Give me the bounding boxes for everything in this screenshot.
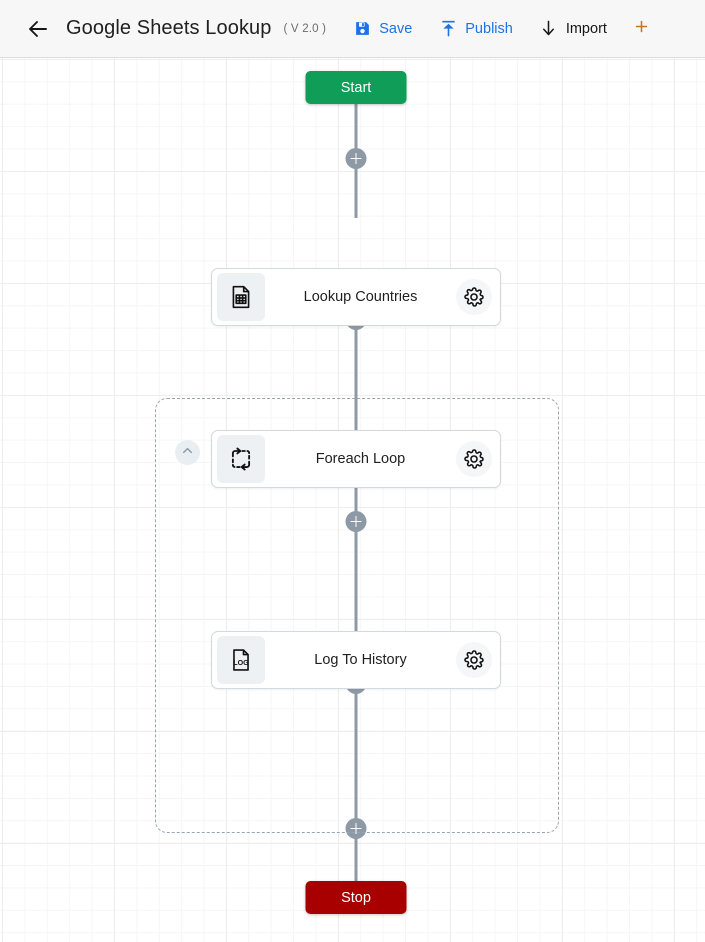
workflow-canvas[interactable]: Start Lookup Countries Foreach Loop LOG … [0,58,705,942]
foreach-loop-label: Foreach Loop [315,451,406,467]
stop-node[interactable]: Stop [305,881,407,914]
loop-repeat-icon [217,435,265,483]
workflow-version: ( V 2.0 ) [283,22,327,35]
publish-upload-icon [438,19,458,39]
publish-label: Publish [465,20,513,37]
app-header: Google Sheets Lookup ( V 2.0 ) Save Publ… [0,0,705,58]
lookup-countries-label: Lookup Countries [303,289,418,305]
stop-label: Stop [341,889,371,906]
start-label: Start [340,79,372,96]
foreach-loop-node[interactable]: Foreach Loop [211,430,501,488]
save-label: Save [379,20,413,37]
add-step-after-start[interactable] [345,148,367,169]
log-to-history-settings-button[interactable] [456,642,492,678]
start-node[interactable]: Start [305,71,407,104]
workflow-designer: Google Sheets Lookup ( V 2.0 ) Save Publ… [0,0,705,942]
import-label: Import [565,20,607,37]
save-floppy-icon [352,19,372,39]
foreach-loop-settings-button[interactable] [456,441,492,477]
back-arrow-icon[interactable] [24,15,52,43]
svg-text:LOG: LOG [233,659,249,667]
overflow-action-button[interactable] [633,18,657,39]
foreach-loop-collapse-button[interactable] [175,440,200,465]
log-to-history-node[interactable]: LOG Log To History [211,631,501,689]
lookup-countries-settings-button[interactable] [456,279,492,315]
log-document-icon: LOG [217,636,265,684]
log-to-history-label: Log To History [314,652,407,668]
chevron-up-icon [180,443,195,463]
publish-button[interactable]: Publish [438,19,513,39]
import-download-icon [539,19,559,39]
lookup-countries-node[interactable]: Lookup Countries [211,268,501,326]
page-title: Google Sheets Lookup [66,17,272,39]
import-button[interactable]: Import [539,19,607,39]
partial-cut-off-icon [633,18,650,39]
spreadsheet-document-icon [217,273,265,321]
flow-graph: Start Lookup Countries Foreach Loop LOG … [0,58,705,942]
save-button[interactable]: Save [352,19,412,39]
